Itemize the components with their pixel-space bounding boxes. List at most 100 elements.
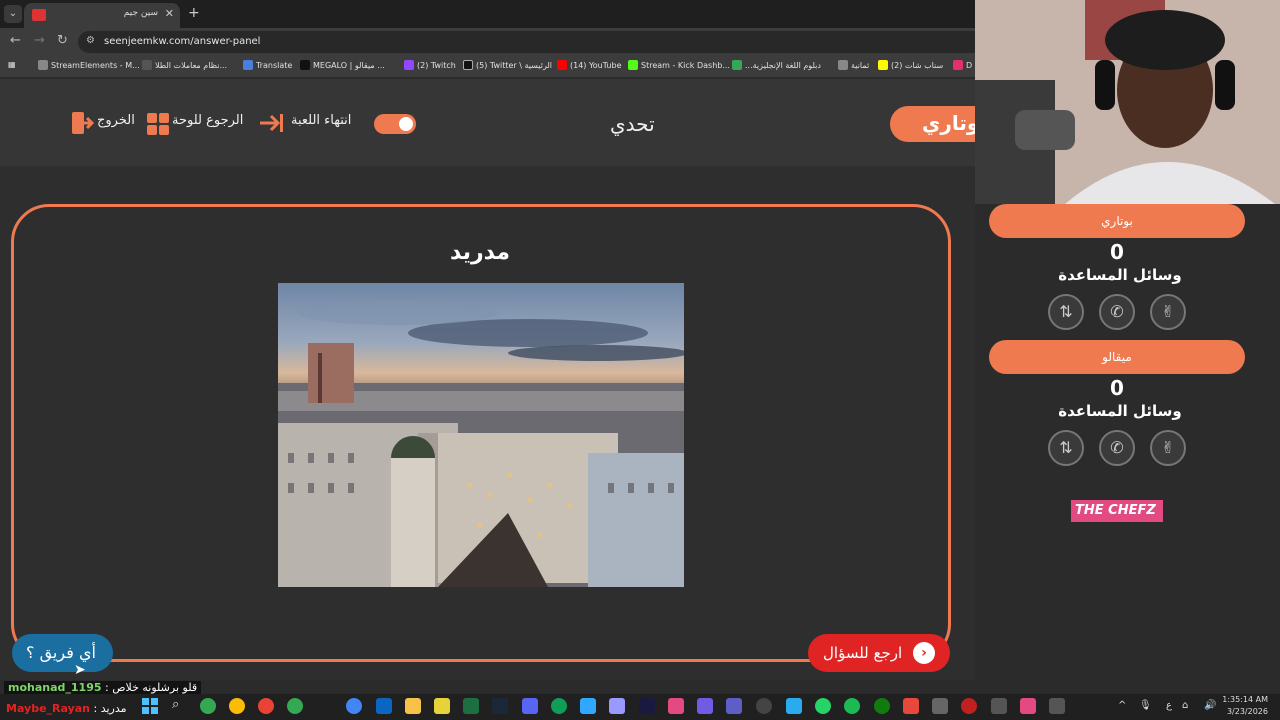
screen: ⌄ سين جيم ✕ + ← → ↻ ⚙ seenjeemkw.com/ans… <box>0 0 1280 720</box>
tab-title: سين جيم <box>123 8 158 18</box>
clock-time: 1:35:14 AM <box>1222 695 1268 704</box>
app-icon[interactable] <box>961 698 977 714</box>
bookmark-item[interactable]: نظام معاملات الطلا... <box>142 60 227 70</box>
app-icon[interactable] <box>903 698 919 714</box>
url-text: seenjeemkw.com/answer-panel <box>104 36 261 47</box>
bookmark-item[interactable]: ...دبلوم اللغة الإنجليزية <box>732 60 821 70</box>
app-icon[interactable] <box>991 698 1007 714</box>
chrome-icon[interactable] <box>200 698 216 714</box>
peace-hand-icon[interactable]: ✌ <box>1150 430 1186 466</box>
back-to-question-label: ارجع للسؤال <box>823 644 903 662</box>
discord-icon[interactable] <box>522 698 538 714</box>
app-icon[interactable] <box>1020 698 1036 714</box>
bookmark-item[interactable]: (2) Twitch <box>404 60 456 70</box>
team-2-name: ميقالو <box>989 340 1245 374</box>
bookmark-item[interactable]: D <box>953 60 972 70</box>
settings-toggle[interactable] <box>374 114 416 134</box>
sponsor-logo-text: THE CHEFZ <box>1075 503 1156 518</box>
team-2-score: 0 <box>1110 376 1124 400</box>
chrome-active-icon[interactable] <box>346 698 362 714</box>
chat-username: mohanad_1195 <box>8 681 102 694</box>
site-favicon-icon <box>32 9 46 21</box>
url-input[interactable]: ⚙ seenjeemkw.com/answer-panel <box>78 31 975 53</box>
edge-icon[interactable] <box>551 698 567 714</box>
excel-icon[interactable] <box>463 698 479 714</box>
app-icon[interactable] <box>376 698 392 714</box>
tab-close-icon[interactable]: ✕ <box>165 7 174 20</box>
back-arrow-icon[interactable]: ← <box>10 33 21 48</box>
volume-icon[interactable]: 🔊 <box>1204 700 1216 711</box>
team-2-aids-label: وسائل المساعدة <box>1058 402 1182 420</box>
tab-search-icon[interactable]: ⌄ <box>4 5 22 23</box>
which-team-label: أي فريق ؟ <box>26 643 96 662</box>
network-icon[interactable]: ⌂ <box>1182 700 1188 711</box>
chat-username: Maybe_Rayan <box>6 702 91 715</box>
exit-door-icon[interactable] <box>70 110 94 136</box>
bookmark-item[interactable]: Translate <box>243 60 292 70</box>
end-game-button[interactable]: انتهاء اللعبة <box>291 113 351 128</box>
windows-start-icon[interactable] <box>142 698 158 714</box>
team-1-score: 0 <box>1110 240 1124 264</box>
bookmark-item[interactable]: (2) سناب شات <box>878 60 943 70</box>
chrome-icon[interactable] <box>258 698 274 714</box>
app-icon[interactable] <box>1049 698 1065 714</box>
board-grid-icon[interactable] <box>146 112 170 136</box>
webcam-feed <box>975 0 1280 204</box>
search-icon[interactable]: ⌕ <box>172 697 179 712</box>
steam-icon[interactable] <box>492 698 508 714</box>
bookmark-item[interactable]: Stream - Kick Dashb... <box>628 60 730 70</box>
whatsapp-icon[interactable] <box>815 698 831 714</box>
photoshop-icon[interactable] <box>580 698 596 714</box>
apps-grid-icon[interactable]: ▦ <box>8 60 16 69</box>
swap-call-icon[interactable]: ⇅ <box>1048 430 1084 466</box>
bookmark-item[interactable]: (14) YouTube <box>557 60 622 70</box>
site-info-icon[interactable]: ⚙ <box>86 35 95 46</box>
exit-button[interactable]: الخروج <box>97 113 135 128</box>
chrome-icon[interactable] <box>229 698 245 714</box>
end-game-arrow-icon[interactable] <box>258 112 286 134</box>
reload-icon[interactable]: ↻ <box>57 33 68 48</box>
clock[interactable]: 1:35:14 AM 3/23/2026 <box>1222 694 1268 718</box>
swap-call-icon[interactable]: ⇅ <box>1048 294 1084 330</box>
team-1-aids-label: وسائل المساعدة <box>1058 266 1182 284</box>
xbox-icon[interactable] <box>874 698 890 714</box>
bookmark-item[interactable]: (5) Twitter \ الرئيسية <box>463 60 552 70</box>
answer-photo <box>278 283 684 587</box>
input-language[interactable]: ع <box>1166 700 1172 711</box>
teams-icon[interactable] <box>726 698 742 714</box>
telegram-icon[interactable] <box>786 698 802 714</box>
chevron-right-icon: › <box>913 642 935 664</box>
premiere-icon[interactable] <box>639 698 655 714</box>
file-explorer-icon[interactable] <box>405 698 421 714</box>
team-1-name: بوتاري <box>989 204 1245 238</box>
tray-chevron-icon[interactable]: ^ <box>1118 700 1126 711</box>
bookmark-item[interactable]: ثمانية <box>838 60 869 70</box>
chat-message: mohanad_1195 : قلو برشلونه خلاص <box>4 681 202 695</box>
page-title: تحدي <box>610 112 655 136</box>
app-icon[interactable] <box>697 698 713 714</box>
bookmark-item[interactable]: StreamElements - M... <box>38 60 140 70</box>
obs-icon[interactable] <box>756 698 772 714</box>
chat-text: مدريد <box>100 702 127 715</box>
microphone-icon[interactable]: 🎙 <box>1139 700 1152 711</box>
bookmarks-bar: ▦ StreamElements - M... نظام معاملات الط… <box>0 56 975 78</box>
new-tab-icon[interactable]: + <box>188 5 200 21</box>
phone-icon[interactable]: ✆ <box>1099 294 1135 330</box>
app-icon[interactable] <box>434 698 450 714</box>
chat-text: قلو برشلونه خلاص <box>112 681 198 694</box>
spotify-icon[interactable] <box>844 698 860 714</box>
clock-date: 3/23/2026 <box>1226 707 1268 716</box>
back-to-board-button[interactable]: الرجوع للوحة <box>172 113 243 128</box>
premiere-icon[interactable] <box>609 698 625 714</box>
chrome-icon[interactable] <box>287 698 303 714</box>
gear-icon <box>399 117 413 131</box>
phone-icon[interactable]: ✆ <box>1099 430 1135 466</box>
browser-address-bar: ← → ↻ ⚙ seenjeemkw.com/answer-panel <box>0 28 975 56</box>
forward-arrow-icon[interactable]: → <box>34 33 45 48</box>
app-icon[interactable] <box>668 698 684 714</box>
mouse-cursor-icon: ➤ <box>74 662 86 678</box>
browser-tab[interactable]: سين جيم ✕ <box>24 3 180 28</box>
app-icon[interactable] <box>932 698 948 714</box>
bookmark-item[interactable]: MEGALO | ميقالو ... <box>300 60 385 70</box>
peace-hand-icon[interactable]: ✌ <box>1150 294 1186 330</box>
